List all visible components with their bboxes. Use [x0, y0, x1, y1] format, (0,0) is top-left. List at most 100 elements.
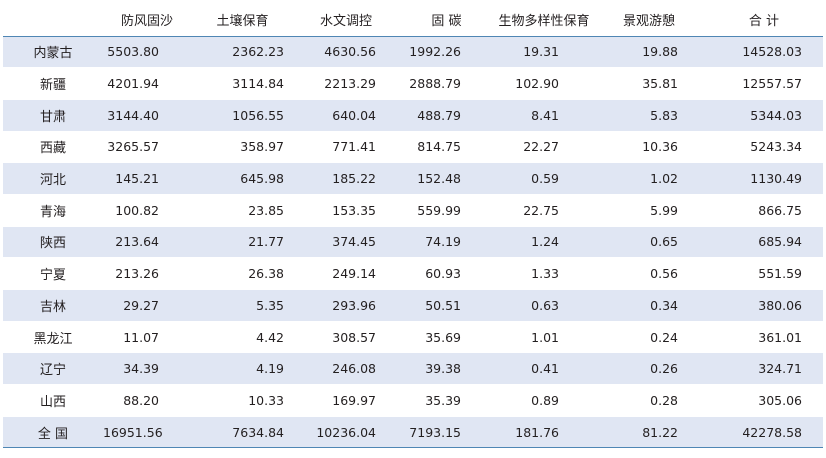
- value-cell: 10.36: [593, 131, 705, 164]
- table-row: 辽宁 34.39 4.19 246.08 39.38 0.41 0.26 324.71: [3, 352, 823, 386]
- value-cell: 185.22: [294, 162, 398, 195]
- value-cell: 8.41: [495, 99, 593, 132]
- value-cell: 1056.55: [191, 99, 294, 132]
- value-cell: 35.69: [398, 321, 495, 354]
- value-cell: 1.01: [495, 321, 593, 354]
- value-cell: 249.14: [294, 257, 398, 290]
- value-cell: 685.94: [705, 226, 823, 259]
- region-cell: 宁夏: [3, 257, 103, 290]
- value-cell: 12557.57: [705, 67, 823, 100]
- value-cell: 358.97: [191, 131, 294, 164]
- header-cell-2: 土壤保育: [191, 3, 294, 37]
- value-cell: 2362.23: [191, 36, 294, 69]
- table-row: 新疆 4201.94 3114.84 2213.29 2888.79 102.90 35.8…: [3, 67, 823, 100]
- region-cell: 甘肃: [3, 99, 103, 132]
- value-cell: 645.98: [191, 162, 294, 195]
- value-cell: 0.56: [593, 257, 705, 290]
- region-cell: 全 国: [3, 416, 103, 449]
- value-cell: 169.97: [294, 384, 398, 417]
- table-row: 西藏 3265.57 358.97 771.41 814.75 22.27 10.36 524…: [3, 131, 823, 164]
- table-row: 内蒙古 5503.80 2362.23 4630.56 1992.26 19.31 19.8…: [3, 36, 823, 69]
- value-cell: 4201.94: [103, 67, 191, 100]
- value-cell: 0.24: [593, 321, 705, 354]
- header-cell-5: 生物多样性保育: [495, 3, 593, 37]
- data-table-container: 防风固沙 土壤保育 水文调控固 碳生物多样性保育 景观游憩合 计 内蒙古 5503.80…: [3, 3, 823, 449]
- header-cell-region: [3, 3, 103, 37]
- value-cell: 100.82: [103, 194, 191, 227]
- value-cell: 640.04: [294, 99, 398, 132]
- value-cell: 374.45: [294, 226, 398, 259]
- value-cell: 102.90: [495, 67, 593, 100]
- value-cell: 1.33: [495, 257, 593, 290]
- value-cell: 293.96: [294, 289, 398, 322]
- region-cell: 西藏: [3, 131, 103, 164]
- value-cell: 39.38: [398, 352, 495, 386]
- value-cell: 5.83: [593, 99, 705, 132]
- value-cell: 7193.15: [398, 416, 495, 449]
- value-cell: 3265.57: [103, 131, 191, 164]
- value-cell: 35.39: [398, 384, 495, 417]
- region-cell: 新疆: [3, 67, 103, 100]
- region-cell: 黑龙江: [3, 321, 103, 354]
- header-cell-7: 合 计: [705, 3, 823, 37]
- value-cell: 2888.79: [398, 67, 495, 100]
- table-body: 内蒙古 5503.80 2362.23 4630.56 1992.26 19.31 19.8…: [3, 36, 823, 449]
- value-cell: 35.81: [593, 67, 705, 100]
- value-cell: 0.26: [593, 352, 705, 386]
- value-cell: 7634.84: [191, 416, 294, 449]
- value-cell: 21.77: [191, 226, 294, 259]
- table-row: 甘肃 3144.40 1056.55 640.04 488.79 8.41 5.83 5344…: [3, 99, 823, 132]
- value-cell: 34.39: [103, 352, 191, 386]
- value-cell: 814.75: [398, 131, 495, 164]
- value-cell: 559.99: [398, 194, 495, 227]
- value-cell: 88.20: [103, 384, 191, 417]
- header-cell-1: 防风固沙: [103, 3, 191, 37]
- value-cell: 1.24: [495, 226, 593, 259]
- value-cell: 23.85: [191, 194, 294, 227]
- value-cell: 246.08: [294, 352, 398, 386]
- value-cell: 361.01: [705, 321, 823, 354]
- value-cell: 488.79: [398, 99, 495, 132]
- value-cell: 305.06: [705, 384, 823, 417]
- value-cell: 1130.49: [705, 162, 823, 195]
- value-cell: 22.75: [495, 194, 593, 227]
- value-cell: 3144.40: [103, 99, 191, 132]
- value-cell: 0.59: [495, 162, 593, 195]
- value-cell: 1.02: [593, 162, 705, 195]
- value-cell: 4.42: [191, 321, 294, 354]
- value-cell: 380.06: [705, 289, 823, 322]
- header-cell-4: 固 碳: [398, 3, 495, 37]
- value-cell: 14528.03: [705, 36, 823, 69]
- value-cell: 26.38: [191, 257, 294, 290]
- table-row: 河北 145.21 645.98 185.22 152.48 0.59 1.02 1130.4…: [3, 162, 823, 195]
- value-cell: 81.22: [593, 416, 705, 449]
- value-cell: 771.41: [294, 131, 398, 164]
- header-cell-3: 水文调控: [294, 3, 398, 37]
- ecosystem-value-table: 防风固沙 土壤保育 水文调控固 碳生物多样性保育 景观游憩合 计 内蒙古 5503.80…: [3, 3, 823, 449]
- value-cell: 10236.04: [294, 416, 398, 449]
- value-cell: 181.76: [495, 416, 593, 449]
- table-header: 防风固沙 土壤保育 水文调控固 碳生物多样性保育 景观游憩合 计: [3, 3, 823, 37]
- value-cell: 1992.26: [398, 36, 495, 69]
- value-cell: 4.19: [191, 352, 294, 386]
- value-cell: 19.88: [593, 36, 705, 69]
- value-cell: 16951.56: [103, 416, 191, 449]
- value-cell: 4630.56: [294, 36, 398, 69]
- value-cell: 324.71: [705, 352, 823, 386]
- region-cell: 吉林: [3, 289, 103, 322]
- value-cell: 2213.29: [294, 67, 398, 100]
- value-cell: 0.89: [495, 384, 593, 417]
- value-cell: 0.63: [495, 289, 593, 322]
- region-cell: 山西: [3, 384, 103, 417]
- region-cell: 辽宁: [3, 352, 103, 386]
- value-cell: 22.27: [495, 131, 593, 164]
- value-cell: 42278.58: [705, 416, 823, 449]
- table-row: 吉林 29.27 5.35 293.96 50.51 0.63 0.34 380.06: [3, 289, 823, 322]
- header-row: 防风固沙 土壤保育 水文调控固 碳生物多样性保育 景观游憩合 计: [3, 3, 823, 37]
- value-cell: 11.07: [103, 321, 191, 354]
- value-cell: 0.28: [593, 384, 705, 417]
- value-cell: 5.35: [191, 289, 294, 322]
- value-cell: 0.41: [495, 352, 593, 386]
- value-cell: 5.99: [593, 194, 705, 227]
- table-row: 全 国 16951.56 7634.84 10236.04 7193.15 181.76 8…: [3, 416, 823, 449]
